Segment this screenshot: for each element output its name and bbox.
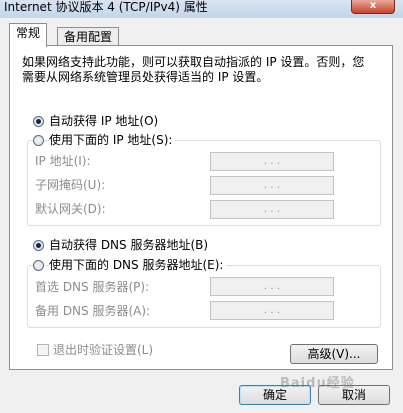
subnet-mask-label: 子网掩码(U):: [35, 178, 106, 192]
dns-auto-label[interactable]: 自动获得 DNS 服务器地址(B): [49, 238, 208, 252]
subnet-mask-value: . . .: [264, 180, 280, 191]
tab-general[interactable]: 常规: [9, 23, 48, 47]
alternate-dns-value: . . .: [264, 305, 280, 316]
watermark-text: Baidu经验: [280, 376, 355, 391]
ip-manual-radio[interactable]: [33, 135, 44, 146]
preferred-dns-label: 首选 DNS 服务器(P):: [35, 280, 150, 294]
dns-manual-radio[interactable]: [33, 260, 44, 271]
ip-address-label: IP 地址(I):: [35, 154, 91, 168]
preferred-dns-field[interactable]: . . .: [210, 277, 334, 296]
dns-auto-radio[interactable]: [33, 240, 44, 251]
window-title: Internet 协议版本 4 (TCP/IPv4) 属性: [4, 0, 208, 14]
preferred-dns-value: . . .: [264, 281, 280, 292]
alternate-dns-field[interactable]: . . .: [210, 301, 334, 320]
subnet-mask-field[interactable]: . . .: [210, 176, 334, 195]
title-bar: Internet 协议版本 4 (TCP/IPv4) 属性 x: [0, 0, 403, 18]
close-button[interactable]: x: [351, 0, 395, 14]
validate-on-exit-label[interactable]: 退出时验证设置(L): [53, 343, 153, 357]
ip-manual-label[interactable]: 使用下面的 IP 地址(S):: [49, 133, 176, 147]
alternate-dns-label: 备用 DNS 服务器(A):: [35, 304, 151, 318]
ip-address-value: . . .: [264, 156, 280, 167]
intro-text: 如果网络支持此功能，则可以获取自动指派的 IP 设置。否则，您需要从网络系统管理…: [22, 55, 365, 84]
ip-auto-label[interactable]: 自动获得 IP 地址(O): [49, 114, 158, 128]
ip-address-field[interactable]: . . .: [210, 152, 334, 171]
default-gateway-field[interactable]: . . .: [210, 200, 334, 219]
ip-auto-radio[interactable]: [33, 116, 44, 127]
default-gateway-label: 默认网关(D):: [35, 202, 106, 216]
default-gateway-value: . . .: [264, 204, 280, 215]
advanced-button[interactable]: 高级(V)...: [290, 344, 378, 364]
validate-on-exit-checkbox[interactable]: [37, 344, 49, 356]
dns-manual-label[interactable]: 使用下面的 DNS 服务器地址(E):: [49, 258, 227, 272]
